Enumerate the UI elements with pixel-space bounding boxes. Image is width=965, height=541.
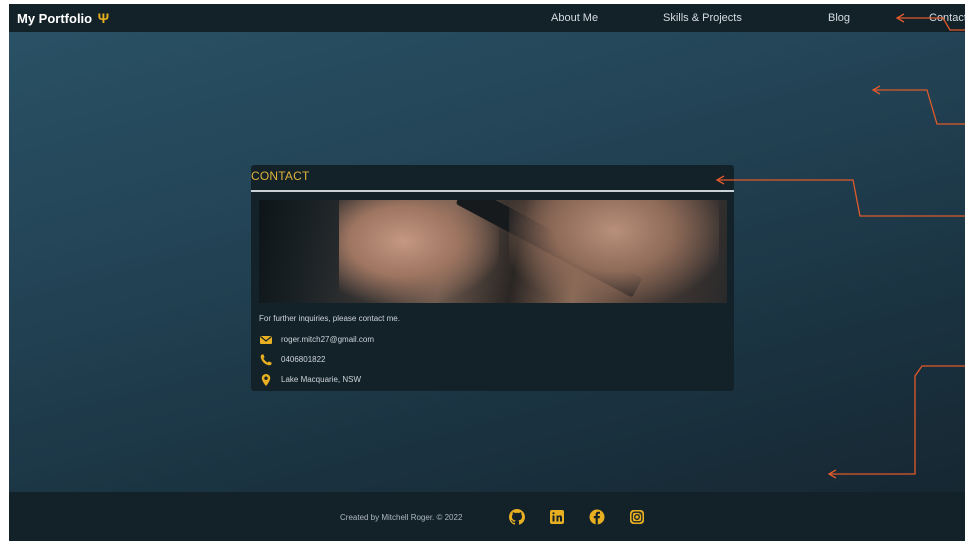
copyright-text: Created by Mitchell Roger. © 2022 bbox=[340, 513, 463, 522]
linkedin-icon[interactable] bbox=[547, 507, 567, 527]
phone-icon bbox=[260, 354, 272, 366]
facebook-icon[interactable] bbox=[587, 507, 607, 527]
instagram-icon[interactable] bbox=[627, 507, 647, 527]
contact-card: CONTACT For further inquiries, please co… bbox=[251, 165, 734, 391]
location-text: Lake Macquarie, NSW bbox=[281, 375, 362, 384]
hands-holding-phone-image bbox=[259, 200, 727, 303]
brand-logo[interactable]: My Portfolio Ψ bbox=[17, 10, 109, 26]
contact-intro: For further inquiries, please contact me… bbox=[259, 314, 400, 323]
nav-link-about[interactable]: About Me bbox=[551, 12, 598, 24]
nav-link-skills-projects[interactable]: Skills & Projects bbox=[663, 12, 742, 24]
contact-heading: CONTACT bbox=[251, 169, 310, 183]
phone-text: 0406801822 bbox=[281, 355, 326, 364]
top-navigation: My Portfolio Ψ About Me Skills & Project… bbox=[9, 4, 965, 32]
map-pin-icon bbox=[261, 374, 271, 386]
heading-divider bbox=[251, 190, 734, 192]
envelope-icon bbox=[260, 336, 272, 344]
github-icon[interactable] bbox=[507, 507, 527, 527]
portfolio-page: My Portfolio Ψ About Me Skills & Project… bbox=[9, 4, 965, 541]
email-text: roger.mitch27@gmail.com bbox=[281, 335, 375, 344]
brand-title: My Portfolio bbox=[17, 11, 93, 26]
page-footer: Created by Mitchell Roger. © 2022 bbox=[9, 492, 965, 541]
nav-link-contact[interactable]: Contact bbox=[929, 12, 965, 24]
nav-link-blog[interactable]: Blog bbox=[828, 12, 850, 24]
trident-icon: Ψ bbox=[97, 10, 110, 26]
